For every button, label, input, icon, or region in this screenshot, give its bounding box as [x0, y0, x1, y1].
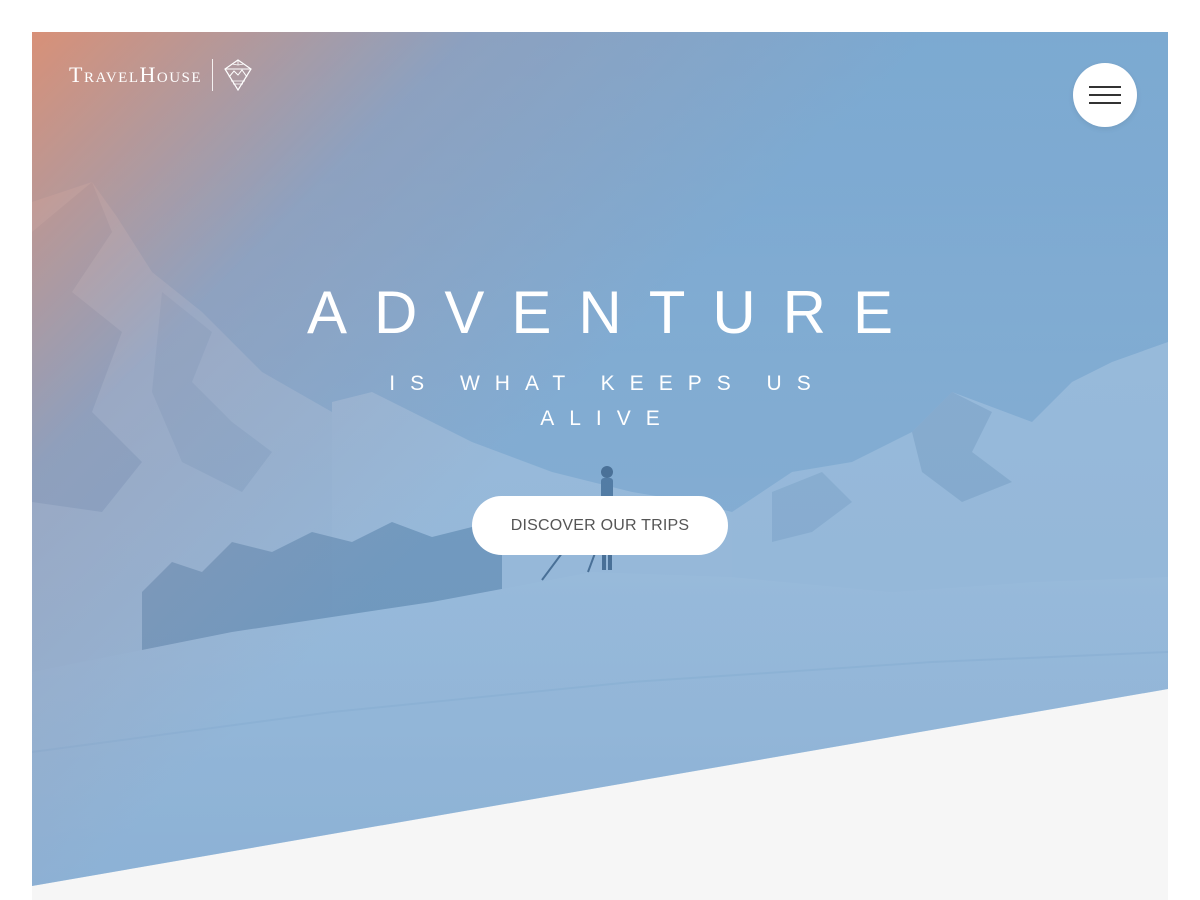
- hero-section: TravelHouse ADVENTURE IS WHAT KEEPS US A…: [32, 32, 1168, 886]
- hero-color-overlay: [32, 32, 1168, 886]
- page: TravelHouse ADVENTURE IS WHAT KEEPS US A…: [32, 32, 1168, 900]
- logo-divider: [212, 59, 214, 91]
- hero-title: ADVENTURE: [306, 279, 921, 346]
- brand-logo[interactable]: TravelHouse: [69, 59, 253, 92]
- menu-button[interactable]: [1073, 63, 1137, 127]
- brand-name: TravelHouse: [69, 62, 203, 87]
- discover-trips-button[interactable]: DISCOVER OUR TRIPS: [472, 496, 728, 555]
- hamburger-menu-icon: [1089, 86, 1121, 104]
- mountain-diamond-icon: [223, 59, 253, 92]
- hero-subtitle: IS WHAT KEEPS US ALIVE: [389, 372, 826, 430]
